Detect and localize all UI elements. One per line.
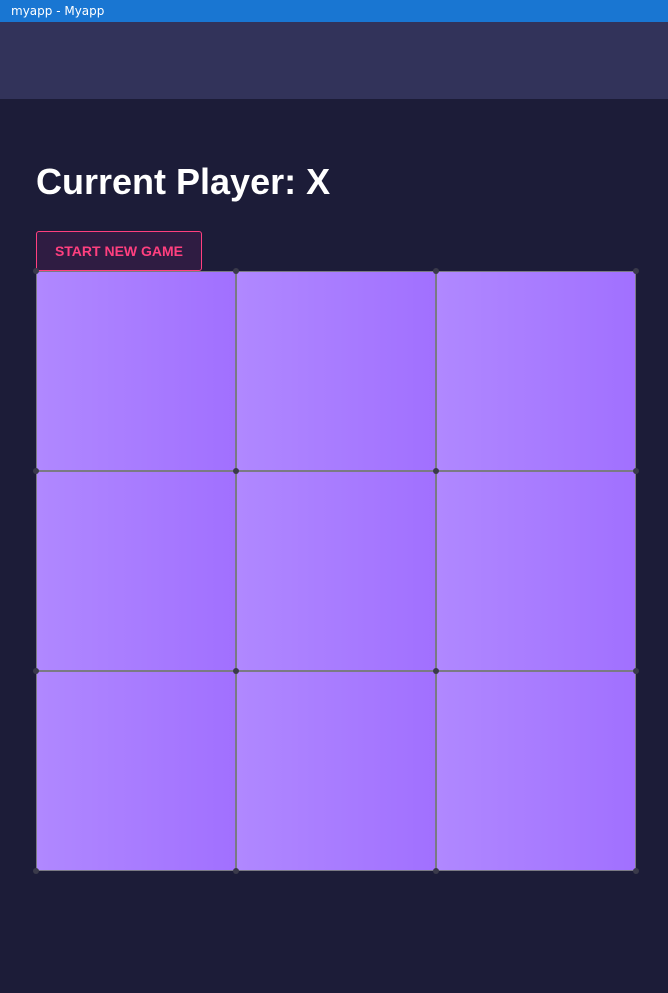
grid-corner-dot xyxy=(233,668,239,674)
grid-corner-dot xyxy=(633,868,639,874)
board-cell-0[interactable] xyxy=(36,271,236,471)
board-cell-5[interactable] xyxy=(436,471,636,671)
grid-corner-dot xyxy=(233,268,239,274)
grid-corner-dot xyxy=(633,668,639,674)
grid-corner-dot xyxy=(633,268,639,274)
app-bar xyxy=(0,22,668,99)
cell-mark xyxy=(37,272,235,470)
board-cell-6[interactable] xyxy=(36,671,236,871)
board-cell-7[interactable] xyxy=(236,671,436,871)
game-board xyxy=(33,268,639,874)
board-cell-2[interactable] xyxy=(436,271,636,471)
board-cell-1[interactable] xyxy=(236,271,436,471)
board-cell-8[interactable] xyxy=(436,671,636,871)
start-new-game-button[interactable]: START NEW GAME xyxy=(36,231,202,271)
cell-mark xyxy=(237,472,435,670)
cell-mark xyxy=(237,272,435,470)
grid-corner-dot xyxy=(433,468,439,474)
cell-mark xyxy=(437,272,635,470)
window-titlebar: myapp - Myapp xyxy=(0,0,668,22)
grid-corner-dot xyxy=(433,668,439,674)
board-cell-3[interactable] xyxy=(36,471,236,671)
grid-corner-dot xyxy=(33,668,39,674)
grid-corner-dot xyxy=(233,468,239,474)
cell-mark xyxy=(237,672,435,870)
grid-corner-dot xyxy=(33,868,39,874)
cell-mark xyxy=(37,472,235,670)
cell-mark xyxy=(437,672,635,870)
grid-corner-dot xyxy=(233,868,239,874)
grid-corner-dot xyxy=(33,268,39,274)
grid-corner-dot xyxy=(433,268,439,274)
cell-mark xyxy=(37,672,235,870)
grid-corner-dot xyxy=(33,468,39,474)
board-cell-4[interactable] xyxy=(236,471,436,671)
cell-mark xyxy=(437,472,635,670)
window-title: myapp - Myapp xyxy=(11,4,105,18)
current-player-heading: Current Player: X xyxy=(36,161,331,202)
grid-corner-dot xyxy=(633,468,639,474)
grid-corner-dot xyxy=(433,868,439,874)
